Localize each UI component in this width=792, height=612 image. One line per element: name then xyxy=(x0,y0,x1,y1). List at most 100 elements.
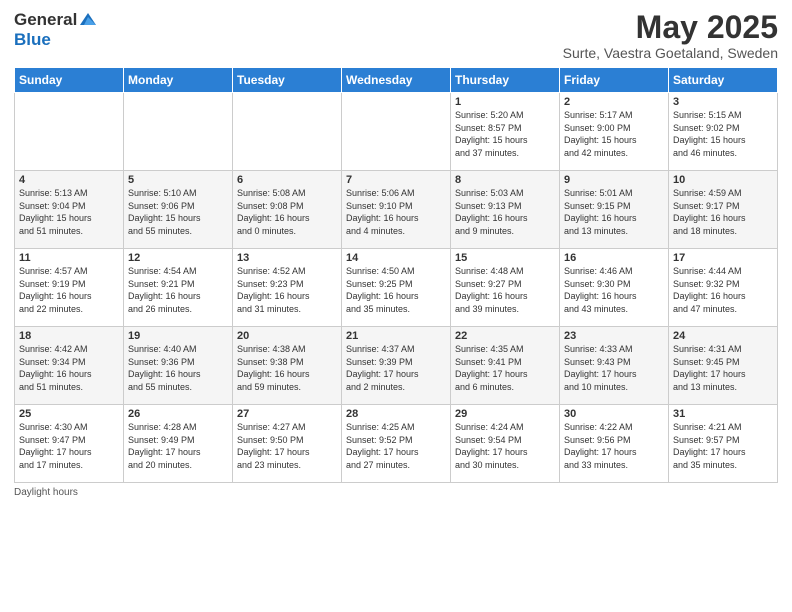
day-cell: 23Sunrise: 4:33 AM Sunset: 9:43 PM Dayli… xyxy=(560,327,669,405)
week-row-1: 1Sunrise: 5:20 AM Sunset: 8:57 PM Daylig… xyxy=(15,93,778,171)
col-header-wednesday: Wednesday xyxy=(342,68,451,93)
day-info: Sunrise: 4:35 AM Sunset: 9:41 PM Dayligh… xyxy=(455,343,555,393)
day-info: Sunrise: 4:30 AM Sunset: 9:47 PM Dayligh… xyxy=(19,421,119,471)
day-cell: 19Sunrise: 4:40 AM Sunset: 9:36 PM Dayli… xyxy=(124,327,233,405)
day-cell: 24Sunrise: 4:31 AM Sunset: 9:45 PM Dayli… xyxy=(669,327,778,405)
day-info: Sunrise: 4:28 AM Sunset: 9:49 PM Dayligh… xyxy=(128,421,228,471)
day-number: 12 xyxy=(128,252,228,264)
col-header-thursday: Thursday xyxy=(451,68,560,93)
logo-general-text: General xyxy=(14,10,77,30)
day-cell: 12Sunrise: 4:54 AM Sunset: 9:21 PM Dayli… xyxy=(124,249,233,327)
day-info: Sunrise: 5:17 AM Sunset: 9:00 PM Dayligh… xyxy=(564,109,664,159)
day-info: Sunrise: 4:37 AM Sunset: 9:39 PM Dayligh… xyxy=(346,343,446,393)
day-number: 8 xyxy=(455,174,555,186)
day-cell xyxy=(15,93,124,171)
day-cell: 20Sunrise: 4:38 AM Sunset: 9:38 PM Dayli… xyxy=(233,327,342,405)
day-number: 11 xyxy=(19,252,119,264)
day-number: 26 xyxy=(128,408,228,420)
day-info: Sunrise: 4:22 AM Sunset: 9:56 PM Dayligh… xyxy=(564,421,664,471)
day-info: Sunrise: 4:27 AM Sunset: 9:50 PM Dayligh… xyxy=(237,421,337,471)
day-info: Sunrise: 4:38 AM Sunset: 9:38 PM Dayligh… xyxy=(237,343,337,393)
logo-icon xyxy=(78,9,98,29)
day-number: 4 xyxy=(19,174,119,186)
day-cell: 17Sunrise: 4:44 AM Sunset: 9:32 PM Dayli… xyxy=(669,249,778,327)
day-info: Sunrise: 4:59 AM Sunset: 9:17 PM Dayligh… xyxy=(673,187,773,237)
day-cell: 14Sunrise: 4:50 AM Sunset: 9:25 PM Dayli… xyxy=(342,249,451,327)
day-info: Sunrise: 4:33 AM Sunset: 9:43 PM Dayligh… xyxy=(564,343,664,393)
day-number: 29 xyxy=(455,408,555,420)
day-info: Sunrise: 5:15 AM Sunset: 9:02 PM Dayligh… xyxy=(673,109,773,159)
day-info: Sunrise: 4:25 AM Sunset: 9:52 PM Dayligh… xyxy=(346,421,446,471)
day-number: 15 xyxy=(455,252,555,264)
day-cell: 2Sunrise: 5:17 AM Sunset: 9:00 PM Daylig… xyxy=(560,93,669,171)
day-cell: 15Sunrise: 4:48 AM Sunset: 9:27 PM Dayli… xyxy=(451,249,560,327)
day-number: 1 xyxy=(455,96,555,108)
day-info: Sunrise: 5:01 AM Sunset: 9:15 PM Dayligh… xyxy=(564,187,664,237)
header-row: SundayMondayTuesdayWednesdayThursdayFrid… xyxy=(15,68,778,93)
day-cell: 4Sunrise: 5:13 AM Sunset: 9:04 PM Daylig… xyxy=(15,171,124,249)
col-header-tuesday: Tuesday xyxy=(233,68,342,93)
day-cell: 18Sunrise: 4:42 AM Sunset: 9:34 PM Dayli… xyxy=(15,327,124,405)
calendar-table: SundayMondayTuesdayWednesdayThursdayFrid… xyxy=(14,67,778,483)
day-info: Sunrise: 4:54 AM Sunset: 9:21 PM Dayligh… xyxy=(128,265,228,315)
daylight-hours-label: Daylight hours xyxy=(14,487,78,498)
day-info: Sunrise: 4:42 AM Sunset: 9:34 PM Dayligh… xyxy=(19,343,119,393)
day-cell: 5Sunrise: 5:10 AM Sunset: 9:06 PM Daylig… xyxy=(124,171,233,249)
logo: General Blue xyxy=(14,10,98,50)
day-cell: 27Sunrise: 4:27 AM Sunset: 9:50 PM Dayli… xyxy=(233,405,342,483)
header: General Blue May 2025 Surte, Vaestra Goe… xyxy=(14,10,778,61)
day-info: Sunrise: 4:50 AM Sunset: 9:25 PM Dayligh… xyxy=(346,265,446,315)
subtitle: Surte, Vaestra Goetaland, Sweden xyxy=(563,45,778,61)
day-info: Sunrise: 4:40 AM Sunset: 9:36 PM Dayligh… xyxy=(128,343,228,393)
day-info: Sunrise: 4:24 AM Sunset: 9:54 PM Dayligh… xyxy=(455,421,555,471)
day-cell: 30Sunrise: 4:22 AM Sunset: 9:56 PM Dayli… xyxy=(560,405,669,483)
day-cell: 7Sunrise: 5:06 AM Sunset: 9:10 PM Daylig… xyxy=(342,171,451,249)
day-number: 28 xyxy=(346,408,446,420)
col-header-saturday: Saturday xyxy=(669,68,778,93)
day-info: Sunrise: 5:08 AM Sunset: 9:08 PM Dayligh… xyxy=(237,187,337,237)
day-info: Sunrise: 5:13 AM Sunset: 9:04 PM Dayligh… xyxy=(19,187,119,237)
day-number: 23 xyxy=(564,330,664,342)
day-cell xyxy=(124,93,233,171)
day-info: Sunrise: 4:48 AM Sunset: 9:27 PM Dayligh… xyxy=(455,265,555,315)
day-cell: 3Sunrise: 5:15 AM Sunset: 9:02 PM Daylig… xyxy=(669,93,778,171)
week-row-2: 4Sunrise: 5:13 AM Sunset: 9:04 PM Daylig… xyxy=(15,171,778,249)
day-info: Sunrise: 4:52 AM Sunset: 9:23 PM Dayligh… xyxy=(237,265,337,315)
week-row-3: 11Sunrise: 4:57 AM Sunset: 9:19 PM Dayli… xyxy=(15,249,778,327)
logo-blue-text: Blue xyxy=(14,30,51,49)
day-number: 16 xyxy=(564,252,664,264)
day-number: 18 xyxy=(19,330,119,342)
day-number: 21 xyxy=(346,330,446,342)
day-cell: 11Sunrise: 4:57 AM Sunset: 9:19 PM Dayli… xyxy=(15,249,124,327)
day-info: Sunrise: 5:10 AM Sunset: 9:06 PM Dayligh… xyxy=(128,187,228,237)
day-number: 30 xyxy=(564,408,664,420)
col-header-friday: Friday xyxy=(560,68,669,93)
day-number: 20 xyxy=(237,330,337,342)
day-number: 9 xyxy=(564,174,664,186)
day-cell: 9Sunrise: 5:01 AM Sunset: 9:15 PM Daylig… xyxy=(560,171,669,249)
day-cell: 16Sunrise: 4:46 AM Sunset: 9:30 PM Dayli… xyxy=(560,249,669,327)
day-cell: 1Sunrise: 5:20 AM Sunset: 8:57 PM Daylig… xyxy=(451,93,560,171)
day-info: Sunrise: 4:46 AM Sunset: 9:30 PM Dayligh… xyxy=(564,265,664,315)
day-info: Sunrise: 4:31 AM Sunset: 9:45 PM Dayligh… xyxy=(673,343,773,393)
day-number: 10 xyxy=(673,174,773,186)
day-cell: 25Sunrise: 4:30 AM Sunset: 9:47 PM Dayli… xyxy=(15,405,124,483)
day-info: Sunrise: 4:57 AM Sunset: 9:19 PM Dayligh… xyxy=(19,265,119,315)
day-cell: 26Sunrise: 4:28 AM Sunset: 9:49 PM Dayli… xyxy=(124,405,233,483)
day-number: 31 xyxy=(673,408,773,420)
day-number: 13 xyxy=(237,252,337,264)
main-title: May 2025 xyxy=(563,10,778,45)
day-cell xyxy=(233,93,342,171)
page: General Blue May 2025 Surte, Vaestra Goe… xyxy=(0,0,792,612)
day-number: 7 xyxy=(346,174,446,186)
day-number: 19 xyxy=(128,330,228,342)
footer-note: Daylight hours xyxy=(14,487,778,498)
day-cell: 8Sunrise: 5:03 AM Sunset: 9:13 PM Daylig… xyxy=(451,171,560,249)
day-number: 24 xyxy=(673,330,773,342)
day-number: 5 xyxy=(128,174,228,186)
day-number: 2 xyxy=(564,96,664,108)
day-cell: 22Sunrise: 4:35 AM Sunset: 9:41 PM Dayli… xyxy=(451,327,560,405)
day-number: 14 xyxy=(346,252,446,264)
day-cell: 13Sunrise: 4:52 AM Sunset: 9:23 PM Dayli… xyxy=(233,249,342,327)
week-row-5: 25Sunrise: 4:30 AM Sunset: 9:47 PM Dayli… xyxy=(15,405,778,483)
